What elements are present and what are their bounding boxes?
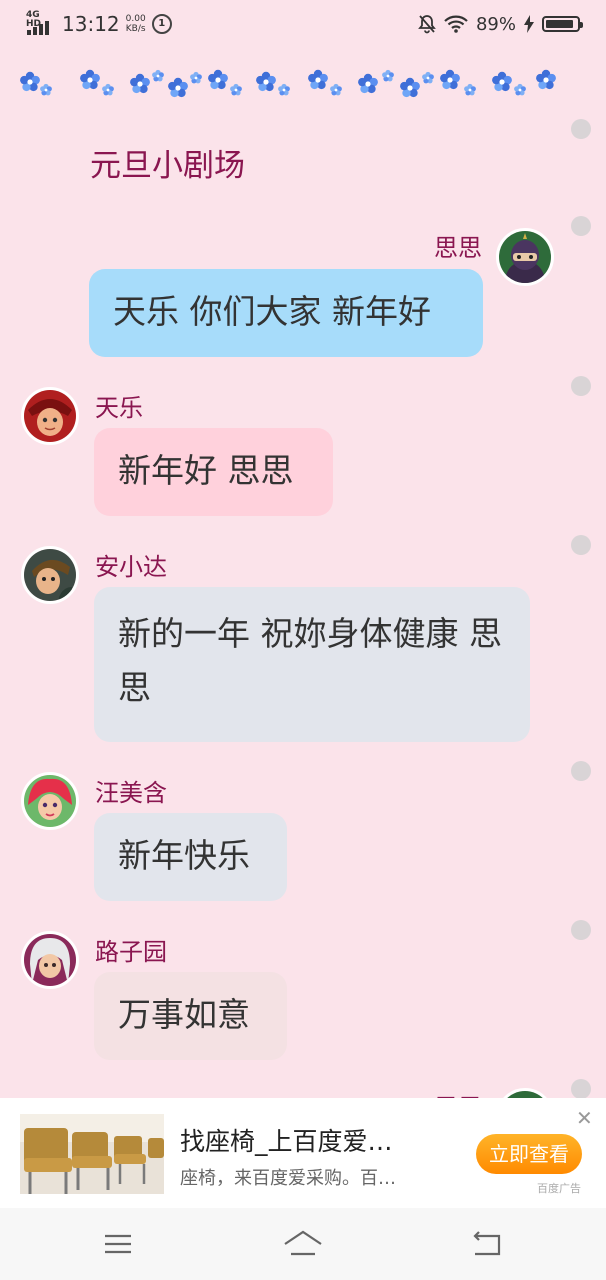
charging-icon (524, 15, 534, 33)
ad-title[interactable]: 找座椅_上百度爱… (180, 1122, 450, 1158)
home-icon[interactable] (283, 1226, 323, 1262)
status-right: 89% (418, 10, 583, 38)
sender-name: 思思 (434, 234, 482, 262)
clock: 13:12 (62, 12, 120, 36)
ad-image[interactable] (20, 1114, 164, 1194)
timeline-dot[interactable] (571, 119, 591, 139)
mute-bell-icon (418, 15, 436, 34)
wifi-icon (444, 15, 468, 33)
scene-title: 元旦小剧场 (90, 148, 245, 184)
message-bubble: 新年好 思思 (94, 428, 333, 516)
speed-value: 0.00 (125, 14, 146, 24)
message-bubble: 新年快乐 (94, 813, 287, 901)
network-speed: 0.00 KB/s (126, 14, 146, 34)
timeline-dot[interactable] (571, 216, 591, 236)
battery-percent: 89% (475, 13, 516, 35)
status-bar: 4G HD 13:12 0.00 KB/s 1 89% (0, 0, 606, 48)
timeline-dot[interactable] (571, 920, 591, 940)
timeline-dot[interactable] (571, 535, 591, 555)
timeline-dot[interactable] (571, 761, 591, 781)
battery-icon (542, 16, 583, 32)
timeline-dot[interactable] (571, 376, 591, 396)
sender-name: 安小达 (95, 553, 167, 581)
ad-tag: 百度广告 (537, 1182, 581, 1195)
close-icon[interactable]: ✕ (576, 1106, 593, 1130)
message-bubble: 万事如意 (94, 972, 287, 1060)
avatar-sisi[interactable] (496, 228, 554, 286)
notification-badge-icon: 1 (151, 14, 172, 34)
avatar-anxiaoda[interactable] (21, 546, 79, 604)
sender-name: 天乐 (95, 394, 143, 422)
menu-icon[interactable] (98, 1226, 138, 1262)
navigation-bar (0, 1208, 606, 1280)
message-bubble: 天乐 你们大家 新年好 (89, 269, 483, 357)
avatar-luziyuan[interactable] (21, 931, 79, 989)
ad-description[interactable]: 座椅，来百度爱采购。百… (180, 1164, 450, 1190)
ad-view-button[interactable]: 立即查看 (476, 1134, 582, 1174)
ad-banner[interactable]: 找座椅_上百度爱… 座椅，来百度爱采购。百… 立即查看 ✕ 百度广告 (0, 1098, 606, 1208)
message-bubble: 新的一年 祝妳身体健康 思思 (94, 587, 530, 742)
avatar-tianle[interactable] (21, 387, 79, 445)
flower-decoration (20, 69, 556, 98)
sender-name: 汪美含 (95, 779, 167, 807)
speed-unit: KB/s (125, 24, 146, 34)
status-left: 4G HD 13:12 0.00 KB/s 1 (26, 10, 172, 38)
timeline-dot[interactable] (571, 1079, 591, 1099)
back-icon[interactable] (467, 1226, 507, 1262)
signal-icon: 4G HD (26, 11, 56, 37)
avatar-wangmeihan[interactable] (21, 772, 79, 830)
sender-name: 路子园 (95, 938, 167, 966)
